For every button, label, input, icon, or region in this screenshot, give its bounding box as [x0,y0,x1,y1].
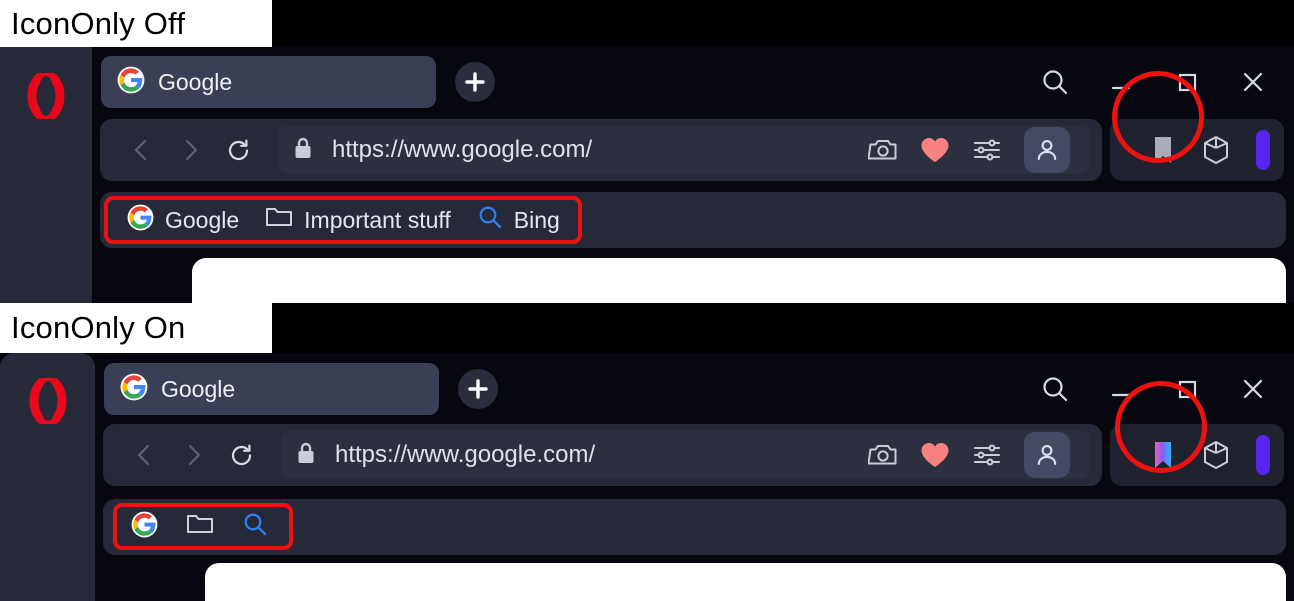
folder-icon [186,512,214,542]
bookmark-label: Important stuff [304,206,451,233]
page-settings-icon[interactable] [972,442,1002,468]
url-field[interactable]: https://www.google.com/ [281,431,1090,479]
close-icon[interactable] [1238,67,1268,97]
bookmarks-icon[interactable] [1150,135,1176,165]
tab-strip: Google [95,353,1294,425]
screenshot-stage: Google https://www.google.com/ Google Im… [0,0,1294,601]
google-icon [120,373,148,406]
bookmarks-icon[interactable] [1150,440,1176,470]
opera-logo[interactable] [26,73,66,303]
forward-arrow-icon[interactable] [166,126,214,174]
browser-panel-icononly-on: Google https://www.google.com/ [0,353,1294,601]
toolbar-right-group [1110,119,1284,181]
bookmarks-bar-items: Google Important stuff Bing [114,200,573,240]
address-bar-actions [868,432,1076,478]
tab-google[interactable]: Google [101,56,436,108]
tab-strip: Google [92,46,1294,118]
search-icon[interactable] [1040,374,1070,404]
accent-pill[interactable] [1256,130,1270,170]
bookmark-item-google[interactable]: Google [117,507,172,547]
address-bar[interactable]: https://www.google.com/ [103,424,1102,486]
bookmark-label: Bing [513,206,560,233]
toolbar-right-group [1110,424,1284,486]
bookmark-item-google[interactable]: Google [114,200,252,240]
bookmark-label: Google [165,206,240,233]
tab-title: Google [161,375,236,402]
back-arrow-icon[interactable] [121,431,169,479]
address-bar-actions [868,127,1076,173]
maximize-icon[interactable] [1172,67,1202,97]
lock-icon[interactable] [295,441,317,470]
bookmarks-bar: Google Important stuff Bing [103,499,1286,555]
bookmarks-bar: Google Important stuff Bing [100,192,1286,248]
extensions-cube-icon[interactable] [1202,440,1230,470]
tab-google[interactable]: Google [104,363,439,415]
heart-icon[interactable] [920,441,950,469]
url-field[interactable]: https://www.google.com/ [278,126,1090,174]
search-icon[interactable] [1040,67,1070,97]
url-text: https://www.google.com/ [335,441,596,468]
accent-pill[interactable] [1256,435,1270,475]
blackout-strip-middle [272,303,1294,353]
reload-icon[interactable] [217,431,265,479]
new-tab-button[interactable] [455,62,495,102]
search-icon [242,511,268,543]
page-content-area [192,258,1286,303]
google-icon [127,204,154,237]
back-arrow-icon[interactable] [118,126,166,174]
lock-icon[interactable] [292,136,314,165]
page-content-area [205,563,1286,601]
address-bar-row: https://www.google.com/ [95,419,1294,491]
url-text: https://www.google.com/ [332,136,593,163]
browser-main-column: Google [92,46,1294,303]
reload-icon[interactable] [214,126,262,174]
extensions-cube-icon[interactable] [1202,135,1230,165]
forward-arrow-icon[interactable] [169,431,217,479]
heart-icon[interactable] [920,136,950,164]
window-controls [1040,67,1294,97]
browser-sidebar[interactable] [0,46,92,303]
minimize-icon[interactable] [1106,374,1136,404]
browser-main-column: Google [95,353,1294,601]
browser-panel-icononly-off: Google https://www.google.com/ Google Im… [0,46,1294,303]
bookmark-item-bing[interactable]: Bing [464,200,573,240]
profile-icon[interactable] [1024,432,1070,478]
bookmark-item-important-stuff[interactable]: Important stuff [252,200,464,240]
profile-icon[interactable] [1024,127,1070,173]
new-tab-button[interactable] [458,369,498,409]
annotation-label-icononly-off: IconOnly Off [0,0,272,47]
tab-title: Google [158,68,233,95]
search-icon [477,204,503,236]
folder-icon [265,205,293,235]
blackout-strip-top [272,0,1294,46]
snapshot-camera-icon[interactable] [868,442,898,468]
snapshot-camera-icon[interactable] [868,137,898,163]
bookmark-item-bing[interactable]: Bing [228,507,282,547]
window-controls [1040,374,1294,404]
browser-sidebar[interactable] [0,353,95,601]
opera-logo[interactable] [28,378,68,601]
page-settings-icon[interactable] [972,137,1002,163]
google-icon [117,66,145,99]
bookmarks-bar-items: Google Important stuff Bing [117,507,282,547]
minimize-icon[interactable] [1106,67,1136,97]
address-bar[interactable]: https://www.google.com/ [100,119,1102,181]
annotation-label-icononly-on: IconOnly On [0,303,272,353]
close-icon[interactable] [1238,374,1268,404]
maximize-icon[interactable] [1172,374,1202,404]
address-bar-row: https://www.google.com/ [92,114,1294,186]
bookmark-item-important-stuff[interactable]: Important stuff [172,507,228,547]
google-icon [131,511,158,544]
